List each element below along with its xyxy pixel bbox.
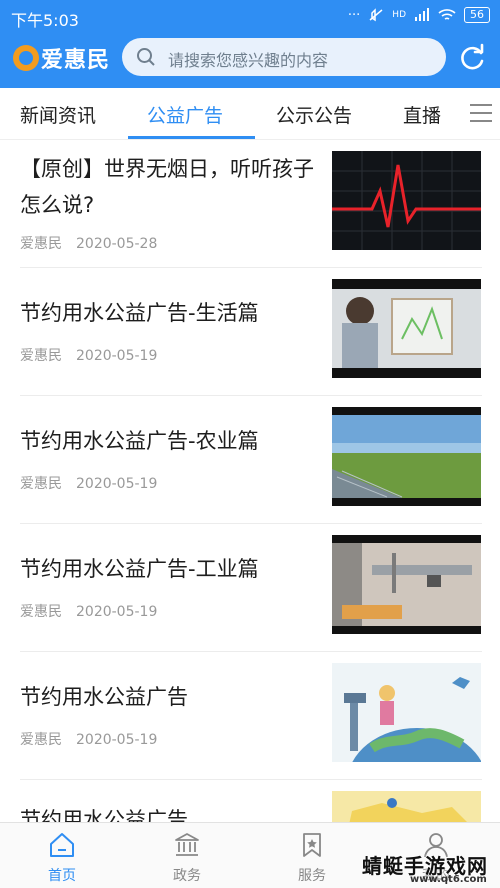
search-input[interactable]: 请搜索您感兴趣的内容: [122, 38, 446, 76]
tab-news[interactable]: 新闻资讯: [20, 101, 96, 128]
government-icon: [175, 833, 199, 856]
news-title: 【原创】世界无烟日，听听孩子怎么说?: [20, 157, 314, 217]
signal-icon: [415, 8, 429, 21]
cartoon-earth-tap-image: [332, 663, 481, 762]
status-time: 下午5:03: [11, 11, 79, 30]
news-source: 爱惠民: [20, 604, 62, 620]
news-meta: 爱惠民 2020-05-19: [20, 473, 157, 493]
news-item[interactable]: 节约用水公益广告-农业篇 爱惠民 2020-05-19: [0, 396, 500, 524]
water-faucet-image: [332, 535, 481, 634]
news-item[interactable]: 节约用水公益广告: [0, 780, 500, 822]
battery-indicator: 56: [464, 7, 490, 23]
news-date: 2020-05-19: [76, 476, 158, 492]
category-tabs: 新闻资讯 公益广告 公示公告 直播: [0, 88, 500, 140]
search-icon: [137, 48, 155, 66]
farmland-sky-image: [332, 407, 481, 506]
news-date: 2020-05-19: [76, 732, 158, 748]
brand-logo: 爱惠民: [13, 42, 110, 74]
nav-government[interactable]: 政务: [147, 823, 227, 888]
news-item[interactable]: 节约用水公益广告-生活篇 爱惠民 2020-05-19: [0, 268, 500, 396]
tabs-menu-icon[interactable]: [468, 100, 494, 126]
heartbeat-monitor-image: [332, 151, 481, 250]
news-date: 2020-05-19: [76, 348, 158, 364]
notification-dots: ···: [347, 7, 361, 23]
news-meta: 爱惠民 2020-05-19: [20, 345, 157, 365]
app-header: 下午5:03 ··· HD 56 爱惠民 请搜索您感兴趣的内容: [0, 0, 500, 88]
service-bookmark-icon: [303, 833, 321, 857]
news-source: 爱惠民: [20, 348, 62, 364]
news-meta: 爱惠民 2020-05-19: [20, 601, 157, 621]
network-type: HD: [392, 10, 406, 20]
status-icons: ··· HD 56: [348, 7, 490, 23]
news-date: 2020-05-19: [76, 604, 158, 620]
news-source: 爱惠民: [20, 236, 62, 252]
boy-looking-at-painting-image: [332, 279, 481, 378]
brand-name: 爱惠民: [41, 47, 111, 73]
tab-live[interactable]: 直播: [403, 101, 441, 128]
home-icon: [50, 833, 74, 857]
wifi-icon: [438, 9, 456, 20]
tab-announcements[interactable]: 公示公告: [276, 101, 352, 128]
nav-service[interactable]: 服务: [272, 823, 352, 888]
mute-icon: [369, 8, 383, 22]
news-source: 爱惠民: [20, 476, 62, 492]
search-placeholder: 请搜索您感兴趣的内容: [168, 51, 329, 70]
nav-home[interactable]: 首页: [22, 823, 102, 888]
news-item[interactable]: 【原创】世界无烟日，听听孩子怎么说? 爱惠民 2020-05-28: [0, 140, 500, 268]
news-source: 爱惠民: [20, 732, 62, 748]
news-title: 节约用水公益广告: [20, 808, 188, 822]
tab-public-ads[interactable]: 公益广告: [147, 101, 223, 128]
refresh-icon[interactable]: [456, 42, 488, 74]
news-meta: 爱惠民 2020-05-28: [20, 233, 157, 253]
news-date: 2020-05-28: [76, 236, 158, 252]
news-item[interactable]: 节约用水公益广告-工业篇 爱惠民 2020-05-19: [0, 524, 500, 652]
nav-label: 服务: [298, 868, 326, 884]
brand-mark-icon: [13, 45, 39, 71]
news-title: 节约用水公益广告-农业篇: [20, 429, 259, 453]
map-image: [332, 791, 481, 822]
nav-label: 首页: [48, 868, 76, 884]
news-title: 节约用水公益广告-生活篇: [20, 301, 259, 325]
news-title: 节约用水公益广告: [20, 685, 188, 709]
news-title: 节约用水公益广告-工业篇: [20, 557, 259, 581]
status-bar: 下午5:03 ··· HD 56: [0, 0, 500, 32]
watermark-url: www.qt6.com: [410, 874, 487, 885]
nav-label: 政务: [173, 868, 201, 884]
news-meta: 爱惠民 2020-05-19: [20, 729, 157, 749]
news-item[interactable]: 节约用水公益广告 爱惠民 2020-05-19: [0, 652, 500, 780]
active-tab-indicator: [128, 136, 255, 139]
